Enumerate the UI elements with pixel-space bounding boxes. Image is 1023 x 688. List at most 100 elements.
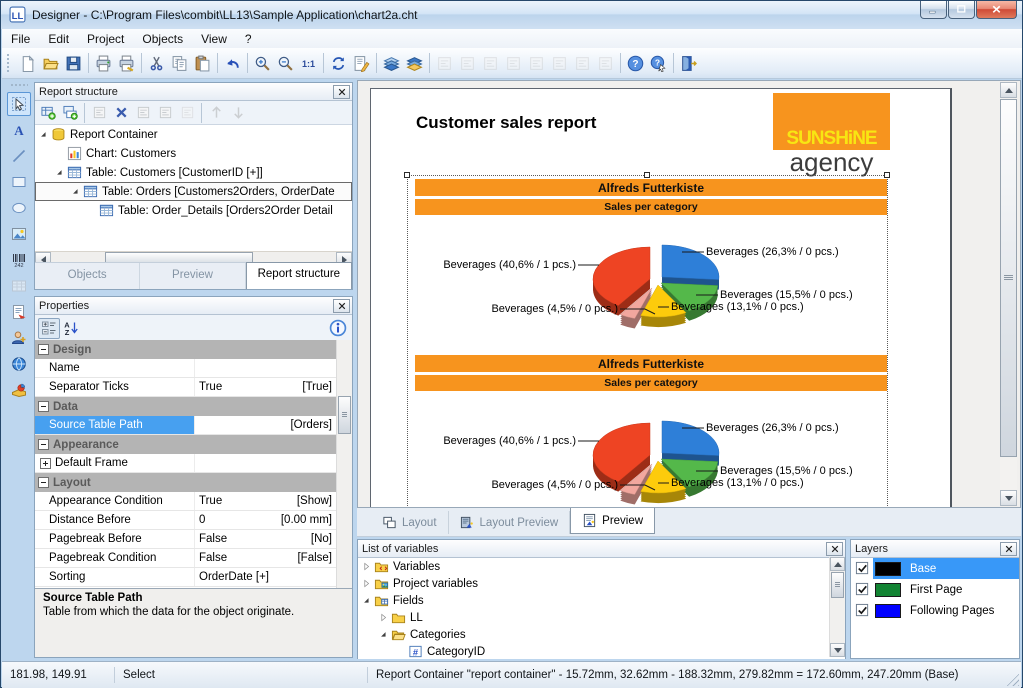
property-row[interactable]: Separator TicksTrue[True] bbox=[35, 378, 337, 397]
rectangle-tool-button[interactable] bbox=[7, 170, 31, 194]
help-button[interactable]: ? bbox=[624, 52, 647, 75]
copy-button[interactable] bbox=[168, 52, 191, 75]
close-button[interactable] bbox=[976, 1, 1017, 19]
print-options-button[interactable] bbox=[115, 52, 138, 75]
property-value[interactable]: True[Show] bbox=[195, 495, 337, 507]
tab-layout[interactable]: Layout bbox=[371, 511, 449, 534]
report-structure-close-button[interactable] bbox=[333, 85, 350, 99]
properties-vscrollbar[interactable] bbox=[336, 340, 352, 588]
menu-view[interactable]: View bbox=[192, 30, 236, 48]
add-element-button[interactable] bbox=[37, 103, 59, 123]
undo-button[interactable] bbox=[221, 52, 244, 75]
report-tree-item[interactable]: Table: Order_Details [Orders2Order Detai… bbox=[35, 201, 352, 220]
categorized-view-button[interactable] bbox=[38, 318, 60, 339]
report-tree-item[interactable]: Table: Customers [CustomerID [+]] bbox=[35, 163, 352, 182]
report-tree-item[interactable]: Report Container bbox=[35, 125, 352, 144]
add-sub-element-button[interactable] bbox=[59, 103, 81, 123]
collapse-icon[interactable] bbox=[38, 477, 49, 488]
paste-button[interactable] bbox=[191, 52, 214, 75]
collapse-icon[interactable] bbox=[38, 439, 49, 450]
menu-project[interactable]: Project bbox=[78, 30, 133, 48]
tab-preview[interactable]: Preview bbox=[140, 263, 245, 289]
line-tool-button[interactable] bbox=[7, 144, 31, 168]
property-value[interactable]: False[False] bbox=[195, 552, 337, 564]
property-group[interactable]: Appearance bbox=[35, 435, 337, 454]
property-value[interactable]: True[True] bbox=[195, 381, 337, 393]
select-tool-button[interactable] bbox=[7, 92, 31, 116]
scroll-down-button[interactable] bbox=[1000, 490, 1017, 506]
send-to-back-button[interactable] bbox=[403, 52, 426, 75]
variable-tree-item[interactable]: Categories bbox=[358, 626, 845, 643]
property-group[interactable]: Design bbox=[35, 340, 337, 359]
menu-edit[interactable]: Edit bbox=[39, 30, 78, 48]
new-file-button[interactable] bbox=[16, 52, 39, 75]
selection-handle[interactable] bbox=[404, 172, 410, 178]
delete-element-button[interactable] bbox=[110, 103, 132, 123]
layer-row-body[interactable]: Base bbox=[873, 558, 1019, 579]
tab-preview[interactable]: Preview bbox=[570, 508, 655, 534]
property-row[interactable]: Pagebreak BeforeFalse[No] bbox=[35, 530, 337, 549]
element-properties-button[interactable] bbox=[88, 103, 110, 123]
expand-icon[interactable] bbox=[40, 458, 51, 469]
property-row[interactable]: Pagebreak ConditionFalse[False] bbox=[35, 549, 337, 568]
text-tool-button[interactable]: A bbox=[7, 118, 31, 142]
exit-designer-button[interactable] bbox=[677, 52, 700, 75]
user-defined-object-tool-button[interactable] bbox=[7, 326, 31, 350]
property-value[interactable]: [Orders] bbox=[195, 419, 337, 431]
variables-close-button[interactable] bbox=[826, 542, 843, 556]
scroll-up-button[interactable] bbox=[830, 557, 845, 571]
layer-row[interactable]: Base bbox=[851, 558, 1019, 579]
scroll-thumb[interactable] bbox=[1000, 99, 1017, 457]
zoom-in-button[interactable] bbox=[251, 52, 274, 75]
selection-handle[interactable] bbox=[884, 172, 890, 178]
property-help-button[interactable] bbox=[327, 317, 349, 339]
layer-row[interactable]: Following Pages bbox=[851, 600, 1019, 621]
collapse-icon[interactable] bbox=[38, 344, 49, 355]
toolbar-grip[interactable] bbox=[6, 53, 11, 73]
sales-chart[interactable]: Alfreds FutterkisteSales per categoryBev… bbox=[415, 179, 887, 349]
formatted-text-tool-button[interactable] bbox=[7, 300, 31, 324]
zoom-out-button[interactable] bbox=[274, 52, 297, 75]
scroll-thumb[interactable] bbox=[338, 396, 351, 434]
ole-object-tool-button[interactable] bbox=[7, 378, 31, 402]
report-page[interactable]: Customer sales report SUNSHiNE agency Al… bbox=[370, 88, 952, 508]
property-row[interactable]: Source Table Path[Orders] bbox=[35, 416, 337, 435]
properties-close-button[interactable] bbox=[333, 299, 350, 313]
cut-button[interactable] bbox=[145, 52, 168, 75]
sales-chart[interactable]: Alfreds FutterkisteSales per categoryBev… bbox=[415, 355, 887, 508]
tab-layout-preview[interactable]: Layout Preview bbox=[449, 511, 571, 534]
collapse-icon[interactable] bbox=[38, 401, 49, 412]
property-row[interactable]: Name bbox=[35, 359, 337, 378]
property-value[interactable]: False[No] bbox=[195, 533, 337, 545]
cut-element-button[interactable] bbox=[132, 103, 154, 123]
menu-file[interactable]: File bbox=[2, 30, 39, 48]
open-file-button[interactable] bbox=[39, 52, 62, 75]
property-group[interactable]: Data bbox=[35, 397, 337, 416]
context-help-button[interactable]: ? bbox=[647, 52, 670, 75]
layer-row[interactable]: First Page bbox=[851, 579, 1019, 600]
barcode-tool-button[interactable]: 242 bbox=[7, 248, 31, 272]
palette-grip[interactable] bbox=[10, 83, 28, 88]
zoom-original-button[interactable]: 1:1 bbox=[297, 52, 320, 75]
variable-tree-item[interactable]: #CategoryID bbox=[358, 643, 845, 659]
maximize-button[interactable] bbox=[948, 1, 975, 19]
variable-tree-item[interactable]: LL bbox=[358, 609, 845, 626]
object-properties-button[interactable] bbox=[350, 52, 373, 75]
report-tree-item[interactable]: Chart: Customers bbox=[35, 144, 352, 163]
picture-tool-button[interactable] bbox=[7, 222, 31, 246]
tab-report-structure[interactable]: Report structure bbox=[246, 262, 352, 289]
layer-row-body[interactable]: First Page bbox=[873, 579, 1019, 600]
copy-element-button[interactable] bbox=[154, 103, 176, 123]
refresh-preview-button[interactable] bbox=[327, 52, 350, 75]
menu-objects[interactable]: Objects bbox=[133, 30, 192, 48]
save-file-button[interactable] bbox=[62, 52, 85, 75]
scroll-up-button[interactable] bbox=[1000, 82, 1017, 98]
property-row[interactable]: Distance Before0[0.00 mm] bbox=[35, 511, 337, 530]
property-row[interactable]: Default Frame bbox=[35, 454, 337, 473]
scroll-thumb[interactable] bbox=[831, 572, 844, 598]
minimize-button[interactable] bbox=[920, 1, 947, 19]
ellipse-tool-button[interactable] bbox=[7, 196, 31, 220]
layer-row-body[interactable]: Following Pages bbox=[873, 600, 1019, 621]
variable-tree-item[interactable]: Project variables bbox=[358, 575, 845, 592]
html-object-tool-button[interactable] bbox=[7, 352, 31, 376]
